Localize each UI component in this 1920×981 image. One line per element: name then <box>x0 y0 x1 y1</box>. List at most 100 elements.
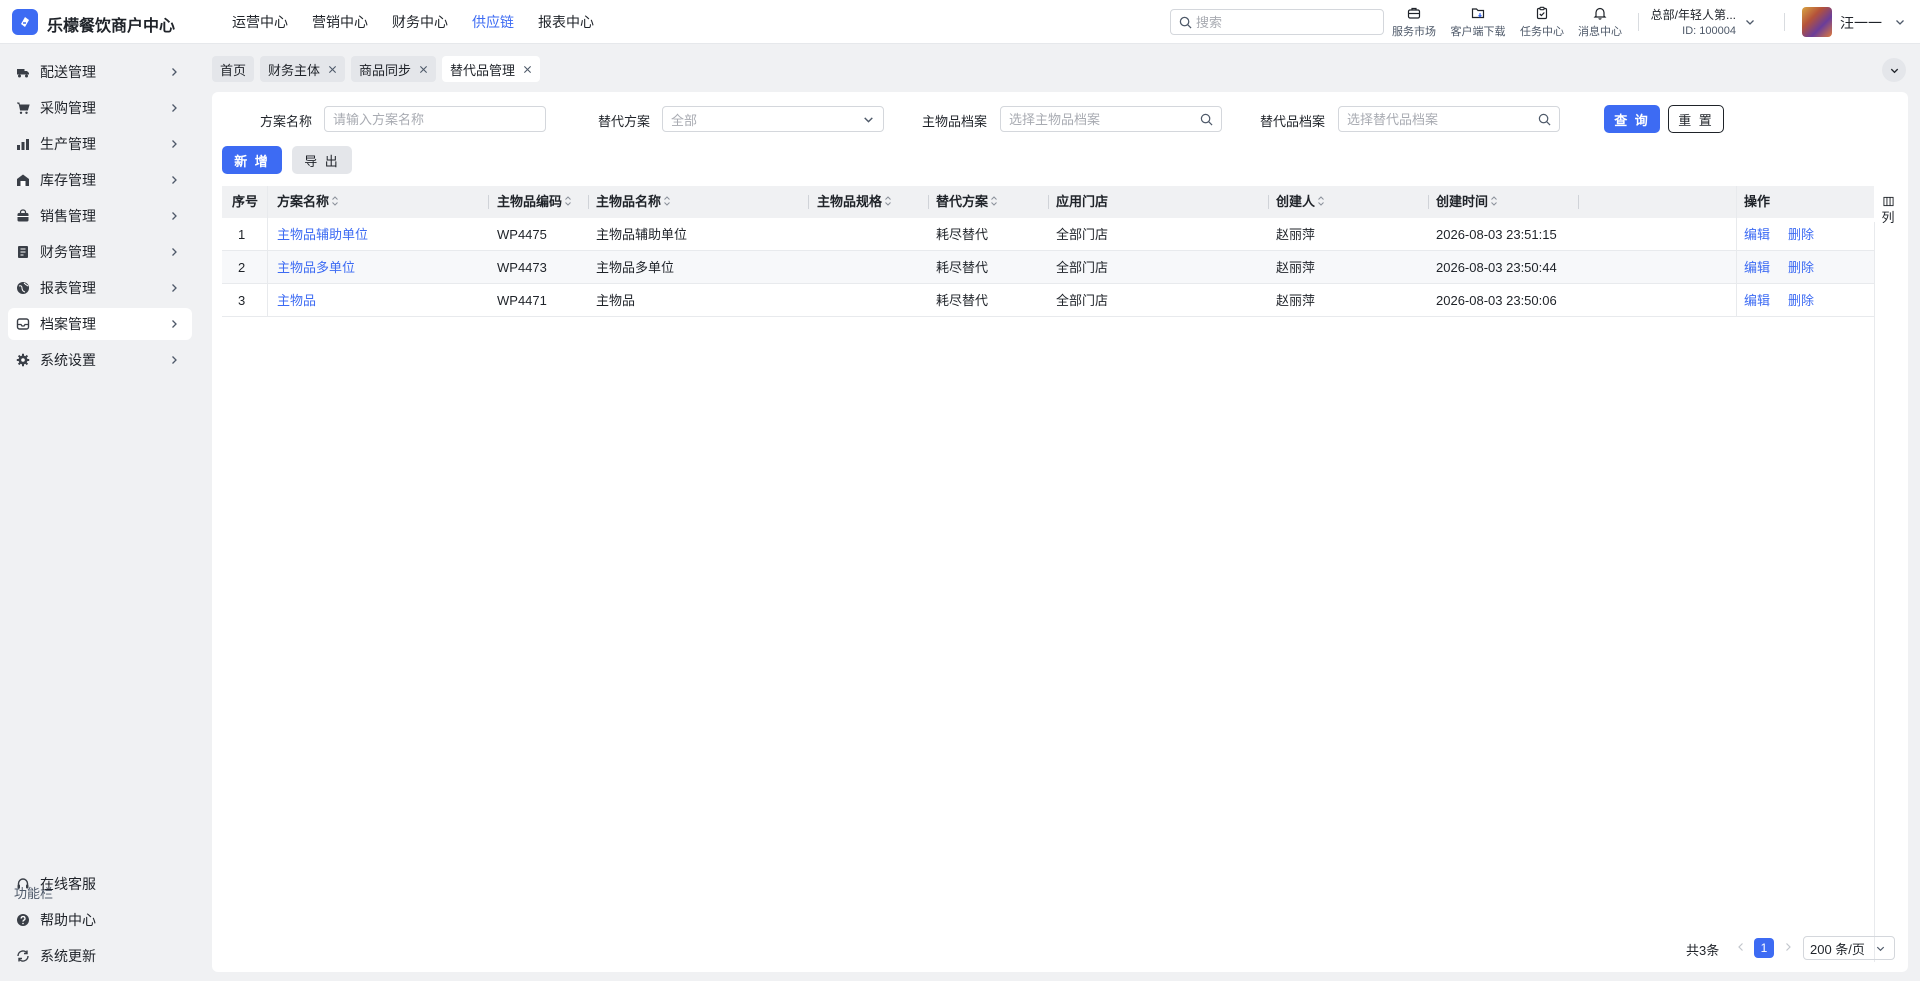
row-plan-name-link[interactable]: 主物品多单位 <box>277 251 355 284</box>
app-title: 乐檬餐饮商户中心 <box>47 18 176 35</box>
delete-link[interactable]: 删除 <box>1788 251 1814 284</box>
column-header-main-name[interactable]: 主物品名称 <box>596 186 671 218</box>
column-header-creator[interactable]: 创建人 <box>1276 186 1325 218</box>
column-header-created-at[interactable]: 创建时间 <box>1436 186 1498 218</box>
export-button[interactable]: 导 出 <box>292 146 352 174</box>
column-resizer[interactable] <box>1268 195 1269 209</box>
row-plan-name-link[interactable]: 主物品辅助单位 <box>277 218 368 251</box>
edit-link[interactable]: 编辑 <box>1744 251 1770 284</box>
column-resizer[interactable] <box>928 195 929 209</box>
sort-icon[interactable] <box>564 195 572 207</box>
query-button[interactable]: 查 询 <box>1604 105 1660 133</box>
sidebar-item-sales[interactable]: 销售管理 <box>8 200 192 232</box>
tab-home[interactable]: 首页 <box>212 56 255 82</box>
briefcase-icon <box>1407 7 1421 19</box>
column-header-main-spec[interactable]: 主物品规格 <box>817 186 892 218</box>
row-plan-name-link[interactable]: 主物品 <box>277 284 316 317</box>
plan-type-select[interactable]: 全部 <box>662 106 884 132</box>
tab-label: 首页 <box>220 62 247 78</box>
sort-icon[interactable] <box>1490 195 1498 207</box>
top-nav-supply-chain[interactable]: 供应链 <box>460 0 526 44</box>
sidebar-item-finance[interactable]: 财务管理 <box>8 236 192 268</box>
sort-icon[interactable] <box>331 195 339 207</box>
column-header-main-code[interactable]: 主物品编码 <box>497 186 572 218</box>
top-nav-finance[interactable]: 财务中心 <box>380 0 460 44</box>
global-search[interactable] <box>1170 9 1384 35</box>
table-row[interactable]: 1 主物品辅助单位 WP4475 主物品辅助单位 耗尽替代 全部门店 赵丽萍 2… <box>222 218 1874 251</box>
chevron-down-icon[interactable] <box>1894 16 1906 28</box>
sidebar-item-label: 档案管理 <box>40 316 96 332</box>
edit-link[interactable]: 编辑 <box>1744 218 1770 251</box>
org-switcher[interactable]: 总部/年轻人第... ID: 100004 <box>1640 4 1760 40</box>
sidebar-item-reports[interactable]: 报表管理 <box>8 272 192 304</box>
main-item-picker[interactable] <box>1000 106 1222 132</box>
sidebar-item-settings[interactable]: 系统设置 <box>8 344 192 376</box>
edit-link[interactable]: 编辑 <box>1744 284 1770 317</box>
table-row[interactable]: 2 主物品多单位 WP4473 主物品多单位 耗尽替代 全部门店 赵丽萍 202… <box>222 251 1874 284</box>
service-market-button[interactable]: 服务市场 <box>1386 4 1442 40</box>
avatar[interactable] <box>1802 7 1832 37</box>
help-center-link[interactable]: 帮助中心 <box>8 904 192 936</box>
close-icon[interactable] <box>328 65 337 74</box>
sub-item-input[interactable] <box>1339 111 1559 127</box>
plan-name-input[interactable] <box>325 111 545 127</box>
column-resizer[interactable] <box>808 195 809 209</box>
sidebar-item-delivery[interactable]: 配送管理 <box>8 56 192 88</box>
tab-product-sync[interactable]: 商品同步 <box>351 56 437 82</box>
sort-icon[interactable] <box>884 195 892 207</box>
page-number-button[interactable]: 1 <box>1754 938 1774 958</box>
search-icon[interactable] <box>1538 113 1551 126</box>
chevron-right-icon <box>172 320 177 328</box>
column-settings-button[interactable]: 列 <box>1878 186 1898 234</box>
system-update-link[interactable]: 系统更新 <box>8 940 192 972</box>
add-button[interactable]: 新 增 <box>222 146 282 174</box>
tab-label: 财务主体 <box>268 62 321 78</box>
sort-icon[interactable] <box>990 195 998 207</box>
global-search-input[interactable] <box>1196 14 1376 30</box>
column-resizer[interactable] <box>588 195 589 209</box>
online-support-link[interactable]: 在线客服 <box>8 868 192 900</box>
tab-substitute-management[interactable]: 替代品管理 <box>442 56 541 82</box>
top-nav-operations[interactable]: 运营中心 <box>220 0 300 44</box>
org-id: ID: 100004 <box>1682 25 1736 37</box>
column-resizer[interactable] <box>488 195 489 209</box>
delete-link[interactable]: 删除 <box>1788 218 1814 251</box>
plan-name-field[interactable] <box>324 106 546 132</box>
chevron-left-icon[interactable] <box>1736 942 1746 952</box>
chevron-right-icon[interactable] <box>1783 942 1793 952</box>
sidebar-item-production[interactable]: 生产管理 <box>8 128 192 160</box>
app-logo-icon[interactable] <box>12 9 38 35</box>
top-nav-marketing[interactable]: 营销中心 <box>300 0 380 44</box>
sidebar-item-purchase[interactable]: 采购管理 <box>8 92 192 124</box>
column-resizer[interactable] <box>1428 195 1429 209</box>
column-resizer[interactable] <box>1578 195 1579 209</box>
sub-item-picker[interactable] <box>1338 106 1560 132</box>
bag-icon <box>17 209 29 222</box>
sort-icon[interactable] <box>1317 195 1325 207</box>
top-bar: 乐檬餐饮商户中心 运营中心 营销中心 财务中心 供应链 报表中心 服务市场 客户… <box>0 0 1920 44</box>
column-resizer[interactable] <box>1048 195 1049 209</box>
top-nav-reports[interactable]: 报表中心 <box>526 0 606 44</box>
tab-finance-entity[interactable]: 财务主体 <box>260 56 346 82</box>
row-index: 2 <box>238 260 246 275</box>
main-item-input[interactable] <box>1001 111 1221 127</box>
reset-button[interactable]: 重 置 <box>1668 105 1724 133</box>
delete-link[interactable]: 删除 <box>1788 284 1814 317</box>
search-icon[interactable] <box>1200 113 1213 126</box>
sidebar-item-archives[interactable]: 档案管理 <box>8 308 192 340</box>
column-header-plan-type[interactable]: 替代方案 <box>936 186 998 218</box>
warehouse-icon <box>17 174 29 186</box>
table-row[interactable]: 3 主物品 WP4471 主物品 耗尽替代 全部门店 赵丽萍 2026-08-0… <box>222 284 1874 317</box>
client-download-button[interactable]: 客户端下载 <box>1450 4 1506 40</box>
sidebar-item-inventory[interactable]: 库存管理 <box>8 164 192 196</box>
chevron-down-icon <box>1876 946 1885 952</box>
close-icon[interactable] <box>523 65 532 74</box>
username[interactable]: 汪一一 <box>1840 13 1882 33</box>
message-center-button[interactable]: 消息中心 <box>1572 4 1628 40</box>
close-icon[interactable] <box>419 65 428 74</box>
column-header-plan-name[interactable]: 方案名称 <box>277 186 339 218</box>
sort-icon[interactable] <box>663 195 671 207</box>
tabs-dropdown-button[interactable] <box>1882 58 1906 82</box>
page-size-select[interactable]: 200 条/页 <box>1803 936 1895 960</box>
task-center-button[interactable]: 任务中心 <box>1514 4 1570 40</box>
